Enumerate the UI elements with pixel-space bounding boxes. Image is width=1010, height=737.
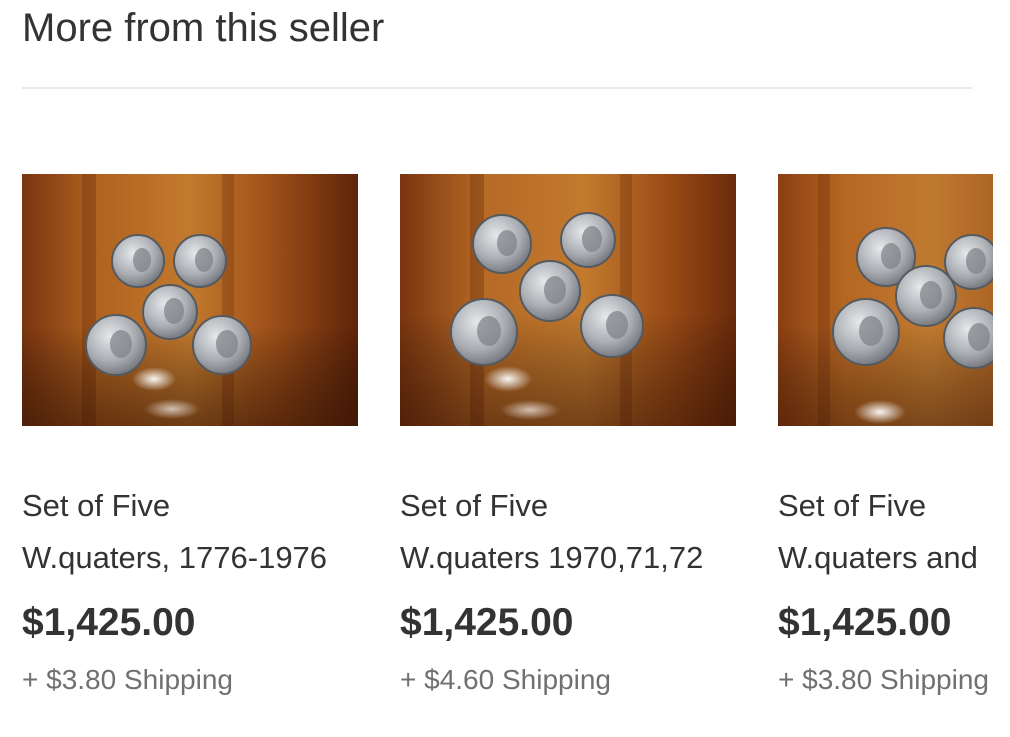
section-divider: [22, 87, 972, 89]
item-title[interactable]: Set of Five W.quaters 1970,71,72: [400, 480, 736, 584]
item-shipping: + $3.80 Shipping: [22, 664, 233, 695]
item-price: $1,425.00: [400, 601, 574, 644]
item-card[interactable]: Set of Five W.quaters and $1,425.00 + $3…: [778, 174, 993, 704]
item-title[interactable]: Set of Five W.quaters and: [778, 480, 993, 584]
item-title[interactable]: Set of Five W.quaters, 1776-1976: [22, 480, 358, 584]
item-shipping: + $3.80 Shipping: [778, 664, 989, 695]
item-carousel[interactable]: Set of Five W.quaters, 1776-1976 $1,425.…: [0, 174, 993, 714]
item-title-line2: W.quaters, 1776-1976: [22, 540, 328, 575]
item-title-line1: Set of Five: [22, 488, 171, 523]
item-thumbnail-coins[interactable]: [400, 174, 736, 426]
item-title-line1: Set of Five: [778, 488, 927, 523]
item-shipping: + $4.60 Shipping: [400, 664, 611, 695]
section-title: More from this seller: [22, 6, 385, 50]
item-price: $1,425.00: [778, 601, 952, 644]
item-price: $1,425.00: [22, 601, 196, 644]
item-thumbnail-coins[interactable]: [22, 174, 358, 426]
item-card[interactable]: Set of Five W.quaters 1970,71,72 $1,425.…: [400, 174, 736, 704]
item-title-line1: Set of Five: [400, 488, 549, 523]
item-title-line2: W.quaters 1970,71,72: [400, 540, 704, 575]
item-thumbnail-coins[interactable]: [778, 174, 993, 426]
item-card[interactable]: Set of Five W.quaters, 1776-1976 $1,425.…: [22, 174, 358, 704]
item-title-line2: W.quaters and: [778, 540, 978, 575]
